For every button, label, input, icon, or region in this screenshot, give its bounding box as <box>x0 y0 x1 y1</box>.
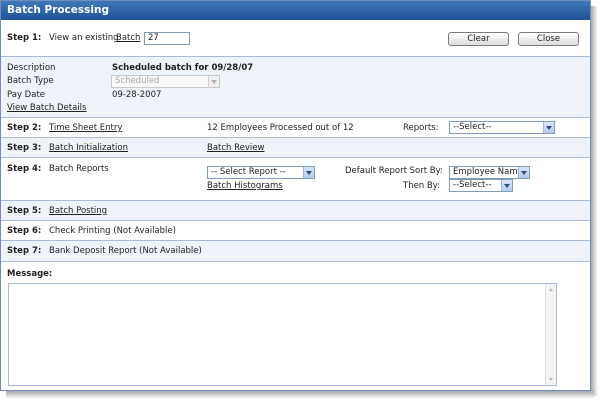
chevron-down-icon <box>518 167 529 178</box>
window-shadow-right <box>591 6 598 396</box>
time-sheet-entry-link[interactable]: Time Sheet Entry <box>49 123 122 133</box>
sort-by-label: Default Report Sort By: <box>345 166 443 176</box>
clear-button[interactable]: Clear <box>448 32 509 46</box>
message-scrollbar[interactable] <box>545 284 556 385</box>
reports-select[interactable]: --Select-- <box>449 121 555 134</box>
step2-label: Step 2: <box>7 123 42 133</box>
scroll-down-icon[interactable] <box>547 375 556 384</box>
then-by-value: --Select-- <box>453 180 492 190</box>
batch-initialization-link[interactable]: Batch Initialization <box>49 143 128 153</box>
batch-details-section: Description Scheduled batch for 09/28/07… <box>1 57 590 118</box>
description-value: Scheduled batch for 09/28/07 <box>112 63 254 73</box>
reports-select-value: --Select-- <box>453 122 492 132</box>
chevron-down-icon <box>303 167 314 178</box>
batch-type-select: Scheduled <box>111 75 220 88</box>
check-printing-text: Check Printing (Not Available) <box>49 226 176 236</box>
step3-section: Step 3: Batch Initialization Batch Revie… <box>1 138 590 158</box>
step7-section: Step 7: Bank Deposit Report (Not Availab… <box>1 241 590 262</box>
batch-processing-panel: Batch Processing Step 1: View an existin… <box>0 0 591 391</box>
step2-section: Step 2: Time Sheet Entry 12 Employees Pr… <box>1 118 590 138</box>
step7-label: Step 7: <box>7 246 42 256</box>
step1-section: Step 1: View an existing Batch 27 Clear … <box>1 20 590 57</box>
sort-by-select[interactable]: Employee Name <box>449 166 530 179</box>
step6-section: Step 6: Check Printing (Not Available) <box>1 221 590 241</box>
pay-date-value: 09-28-2007 <box>112 90 162 100</box>
step5-section: Step 5: Batch Posting <box>1 201 590 221</box>
chevron-down-icon <box>208 76 219 87</box>
step3-label: Step 3: <box>7 143 42 153</box>
chevron-down-icon <box>543 122 554 133</box>
bank-deposit-text: Bank Deposit Report (Not Available) <box>49 246 202 256</box>
reports-label: Reports: <box>403 123 439 133</box>
sort-by-value: Employee Name <box>453 167 523 177</box>
step1-label: Step 1: <box>7 33 42 43</box>
message-textarea[interactable] <box>8 283 557 386</box>
panel-title: Batch Processing <box>1 1 590 20</box>
window-shadow-bottom <box>6 391 594 399</box>
batch-review-link[interactable]: Batch Review <box>207 143 264 153</box>
step4-label: Step 4: <box>7 164 42 174</box>
batch-type-label: Batch Type <box>7 76 54 86</box>
batch-reports-label: Batch Reports <box>49 164 109 174</box>
description-label: Description <box>7 63 56 73</box>
batch-number-input[interactable]: 27 <box>144 32 190 45</box>
step4-section: Step 4: Batch Reports -- Select Report -… <box>1 158 590 201</box>
employees-processed-status: 12 Employees Processed out of 12 <box>207 123 354 133</box>
close-button[interactable]: Close <box>518 32 579 46</box>
select-report-value: -- Select Report -- <box>211 167 286 177</box>
scroll-up-icon[interactable] <box>547 285 556 294</box>
message-label: Message: <box>7 269 53 279</box>
step5-label: Step 5: <box>7 206 42 216</box>
pay-date-label: Pay Date <box>7 90 46 100</box>
batch-histograms-link[interactable]: Batch Histograms <box>207 181 283 191</box>
select-report-dropdown[interactable]: -- Select Report -- <box>207 166 315 179</box>
then-by-label: Then By: <box>403 181 441 191</box>
then-by-select[interactable]: --Select-- <box>449 179 513 192</box>
view-batch-details-link[interactable]: View Batch Details <box>7 103 86 113</box>
chevron-down-icon <box>501 180 512 191</box>
step1-text: View an existing <box>49 33 119 43</box>
batch-posting-link[interactable]: Batch Posting <box>49 206 107 216</box>
step6-label: Step 6: <box>7 226 42 236</box>
batch-link[interactable]: Batch <box>116 33 140 43</box>
batch-type-value: Scheduled <box>115 76 160 86</box>
